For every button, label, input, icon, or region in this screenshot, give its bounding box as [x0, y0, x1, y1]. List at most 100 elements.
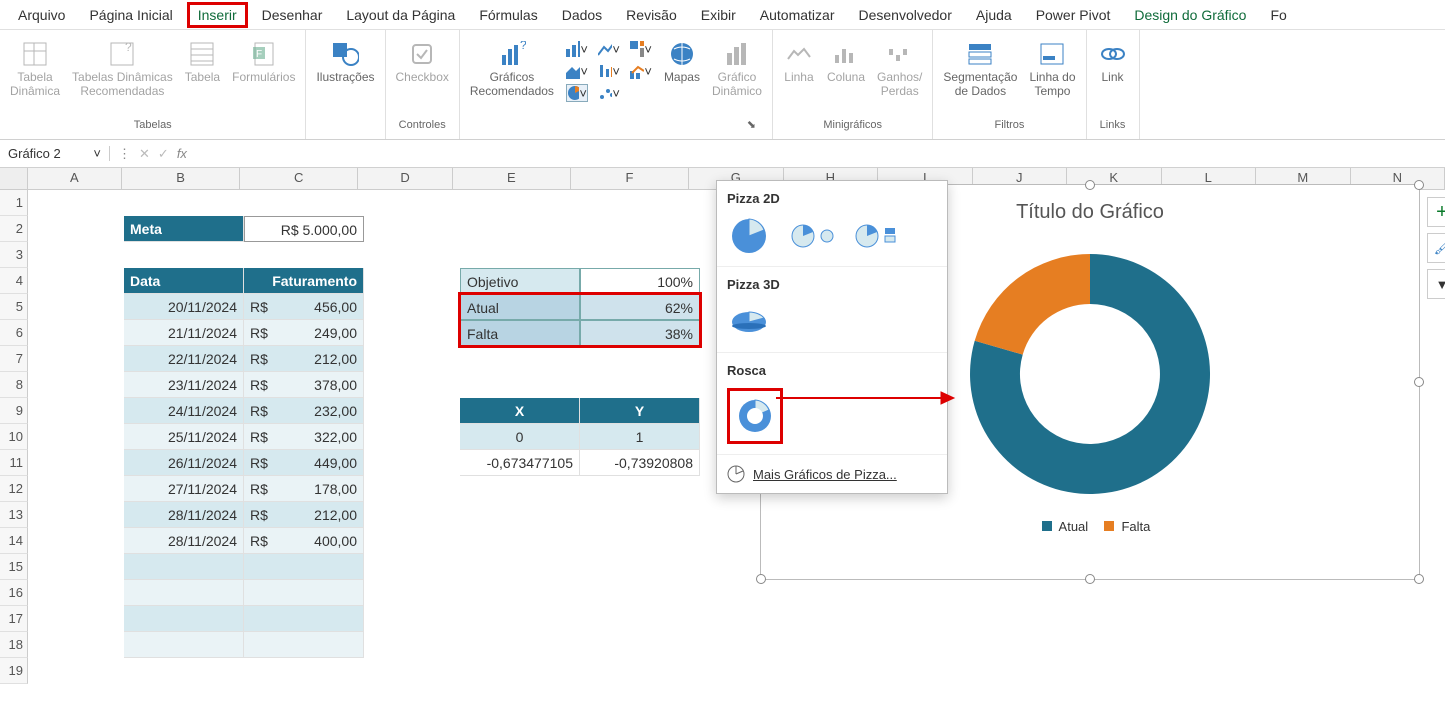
btn-sparkline-ganhos[interactable]: Ganhos/ Perdas	[877, 40, 922, 98]
col-header[interactable]: B	[122, 168, 240, 189]
tab-pagina-inicial[interactable]: Página Inicial	[79, 3, 182, 27]
cell-meta-label[interactable]: Meta	[124, 216, 244, 242]
btn-link[interactable]: Link	[1097, 40, 1129, 84]
cell-y1[interactable]: 1	[580, 424, 700, 450]
column-chart-icon[interactable]: ˅	[566, 40, 588, 58]
fx-icon[interactable]: fx	[177, 146, 187, 161]
btn-sparkline-coluna[interactable]: Coluna	[827, 40, 865, 84]
col-header[interactable]: E	[453, 168, 571, 189]
row-header[interactable]: 13	[0, 502, 28, 528]
pie-2d-option[interactable]	[727, 216, 771, 256]
statistic-chart-icon[interactable]: ˅	[598, 62, 620, 80]
tab-power-pivot[interactable]: Power Pivot	[1026, 3, 1121, 27]
chart-elements-btn[interactable]: +	[1427, 197, 1445, 227]
select-all-corner[interactable]	[0, 168, 28, 189]
cell-data[interactable]: 27/11/2024	[124, 476, 244, 502]
row-header[interactable]: 10	[0, 424, 28, 450]
cell-objetivo-label[interactable]: Objetivo	[460, 268, 580, 294]
row-header[interactable]: 12	[0, 476, 28, 502]
row-header[interactable]: 14	[0, 528, 28, 554]
row-header[interactable]: 17	[0, 606, 28, 632]
cell-meta-value[interactable]: R$ 5.000,00	[244, 216, 364, 242]
btn-tabela-dinamica[interactable]: Tabela Dinâmica	[10, 40, 60, 98]
cell-data[interactable]: 22/11/2024	[124, 346, 244, 372]
cell-fat[interactable]: R$378,00	[244, 372, 364, 398]
cell-falta-label[interactable]: Falta	[460, 320, 580, 346]
row-header[interactable]: 9	[0, 398, 28, 424]
cell-atual-val[interactable]: 62%	[580, 294, 700, 320]
cell-fat[interactable]: R$322,00	[244, 424, 364, 450]
tab-layout[interactable]: Layout da Página	[336, 3, 465, 27]
btn-segmentacao[interactable]: Segmentação de Dados	[943, 40, 1017, 98]
col-header[interactable]: F	[571, 168, 689, 189]
th-data[interactable]: Data	[124, 268, 244, 294]
tab-ajuda[interactable]: Ajuda	[966, 3, 1022, 27]
line-chart-icon[interactable]: ˅	[598, 40, 620, 58]
scatter-chart-icon[interactable]: ˅	[598, 84, 620, 102]
btn-linha-tempo[interactable]: Linha do Tempo	[1029, 40, 1075, 98]
btn-sparkline-linha[interactable]: Linha	[783, 40, 815, 84]
col-header[interactable]: D	[358, 168, 453, 189]
enter-icon[interactable]: ✓	[158, 146, 169, 162]
row-header[interactable]: 4	[0, 268, 28, 294]
pie-of-pie-option[interactable]	[791, 216, 835, 256]
col-header[interactable]: A	[28, 168, 123, 189]
tab-desenvolvedor[interactable]: Desenvolvedor	[848, 3, 961, 27]
row-header[interactable]: 18	[0, 632, 28, 658]
row-header[interactable]: 1	[0, 190, 28, 216]
row-header[interactable]: 2	[0, 216, 28, 242]
tab-automatizar[interactable]: Automatizar	[750, 3, 845, 27]
cancel-icon[interactable]: ✕	[139, 146, 150, 162]
area-chart-icon[interactable]: ˅	[566, 62, 588, 80]
tab-revisao[interactable]: Revisão	[616, 3, 687, 27]
row-header[interactable]: 5	[0, 294, 28, 320]
btn-checkbox[interactable]: Checkbox	[396, 40, 449, 84]
tab-desenhar[interactable]: Desenhar	[252, 3, 333, 27]
row-header[interactable]: 7	[0, 346, 28, 372]
tab-exibir[interactable]: Exibir	[691, 3, 746, 27]
hierarchy-chart-icon[interactable]: ˅	[630, 40, 652, 58]
tab-formulas[interactable]: Fórmulas	[469, 3, 547, 27]
btn-grafico-dinamico[interactable]: Gráfico Dinâmico	[712, 40, 762, 98]
cell-falta-val[interactable]: 38%	[580, 320, 700, 346]
cell-data[interactable]: 26/11/2024	[124, 450, 244, 476]
cell-y2[interactable]: -0,73920808	[580, 450, 700, 476]
pie-chart-dropdown-icon[interactable]: ˅	[566, 84, 588, 102]
cell-fat[interactable]: R$178,00	[244, 476, 364, 502]
pie-3d-option[interactable]	[727, 302, 771, 342]
name-box[interactable]: Gráfico 2 ˅	[0, 146, 110, 161]
tab-arquivo[interactable]: Arquivo	[8, 3, 75, 27]
cell-data[interactable]: 28/11/2024	[124, 528, 244, 554]
cell-fat[interactable]: R$232,00	[244, 398, 364, 424]
btn-tabela[interactable]: Tabela	[185, 40, 220, 84]
btn-tabelas-recomendadas[interactable]: ? Tabelas Dinâmicas Recomendadas	[72, 40, 173, 98]
cell-data[interactable]: 24/11/2024	[124, 398, 244, 424]
col-header[interactable]: C	[240, 168, 358, 189]
cell-data[interactable]: 20/11/2024	[124, 294, 244, 320]
cell-fat[interactable]: R$212,00	[244, 346, 364, 372]
row-header[interactable]: 6	[0, 320, 28, 346]
bar-of-pie-option[interactable]	[855, 216, 899, 256]
cell-fat[interactable]: R$249,00	[244, 320, 364, 346]
more-pie-charts[interactable]: Mais Gráficos de Pizza...	[717, 455, 947, 493]
btn-ilustracoes[interactable]: Ilustrações	[316, 40, 374, 84]
row-header[interactable]: 19	[0, 658, 28, 684]
btn-formularios[interactable]: F Formulários	[232, 40, 295, 84]
row-header[interactable]: 8	[0, 372, 28, 398]
cell-data[interactable]: 25/11/2024	[124, 424, 244, 450]
chart-filter-btn[interactable]: ▼	[1427, 269, 1445, 299]
cell-grid[interactable]: Meta R$ 5.000,00 Data Faturamento 20/11/…	[28, 190, 1445, 684]
cell-fat[interactable]: R$456,00	[244, 294, 364, 320]
th-fat[interactable]: Faturamento	[244, 268, 364, 294]
cell-data[interactable]: 23/11/2024	[124, 372, 244, 398]
combo-chart-icon[interactable]: ˅	[630, 62, 652, 80]
cell-x2[interactable]: -0,673477105	[460, 450, 580, 476]
btn-graficos-recomendados[interactable]: ? Gráficos Recomendados	[470, 40, 554, 98]
row-header[interactable]: 3	[0, 242, 28, 268]
tab-dados[interactable]: Dados	[552, 3, 612, 27]
cell-objetivo-val[interactable]: 100%	[580, 268, 700, 294]
cell-data[interactable]: 28/11/2024	[124, 502, 244, 528]
row-header[interactable]: 16	[0, 580, 28, 606]
tab-inserir[interactable]: Inserir	[187, 2, 248, 28]
chart-styles-btn[interactable]: 🖌	[1427, 233, 1445, 263]
